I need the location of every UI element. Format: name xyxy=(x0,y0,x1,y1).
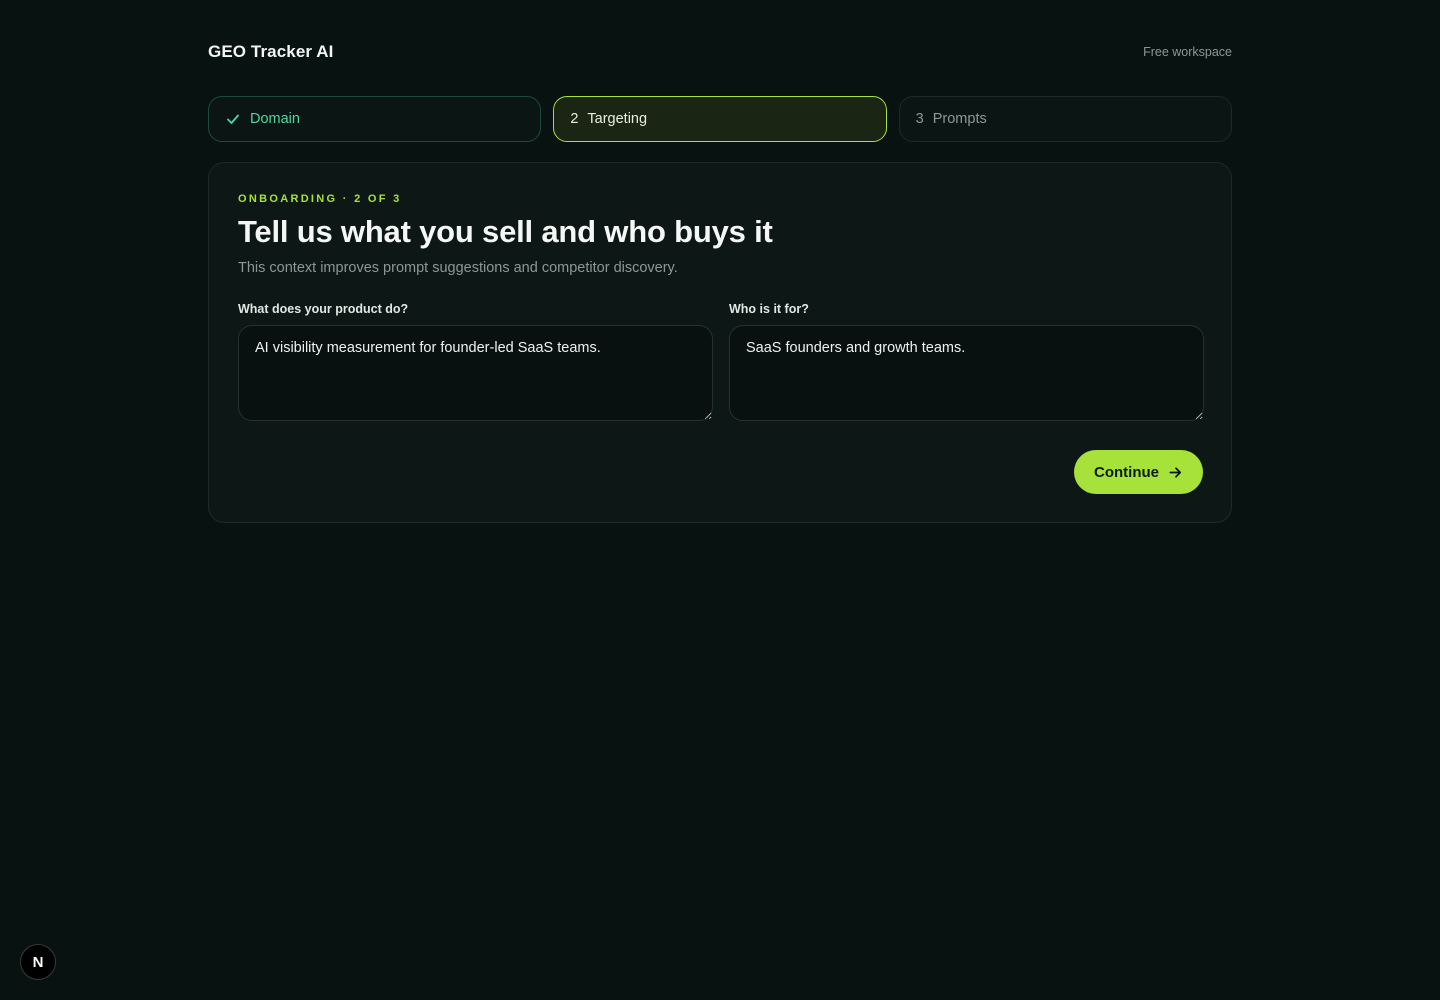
continue-button[interactable]: Continue xyxy=(1074,450,1203,494)
product-description-input[interactable] xyxy=(238,325,713,421)
targeting-card: ONBOARDING · 2 OF 3 Tell us what you sel… xyxy=(208,162,1232,523)
step-indicator: Domain 2 Targeting 3 Prompts xyxy=(208,96,1232,142)
brand-name: GEO Tracker AI xyxy=(208,42,334,61)
workspace-plan: Free workspace xyxy=(1143,45,1232,59)
product-field-label: What does your product do? xyxy=(238,302,409,316)
arrow-right-icon xyxy=(1168,465,1183,480)
audience-input[interactable] xyxy=(729,325,1204,421)
dev-tools-badge[interactable]: N xyxy=(20,944,56,980)
continue-button-label: Continue xyxy=(1094,463,1159,481)
step-label: Targeting xyxy=(587,111,648,127)
step-targeting[interactable]: 2 Targeting xyxy=(553,96,887,142)
onboarding-page: GEO Tracker AI Free workspace Domain 2 T… xyxy=(0,0,1440,1000)
audience-field-label: Who is it for? xyxy=(729,302,809,316)
page-title: Tell us what you sell and who buys it xyxy=(238,214,773,249)
step-label: Domain xyxy=(250,111,300,127)
page-subtitle: This context improves prompt suggestions… xyxy=(238,260,678,276)
check-icon xyxy=(225,111,241,127)
step-number: 2 xyxy=(570,111,579,127)
top-bar: GEO Tracker AI Free workspace xyxy=(208,40,1232,64)
audience-field-group: Who is it for? xyxy=(729,302,1204,426)
product-field-group: What does your product do? xyxy=(238,302,713,426)
step-number: 3 xyxy=(915,111,924,127)
step-prompts[interactable]: 3 Prompts xyxy=(898,96,1232,142)
step-label: Prompts xyxy=(932,111,987,127)
step-domain[interactable]: Domain xyxy=(208,96,542,142)
onboarding-progress: ONBOARDING · 2 OF 3 xyxy=(238,193,402,205)
